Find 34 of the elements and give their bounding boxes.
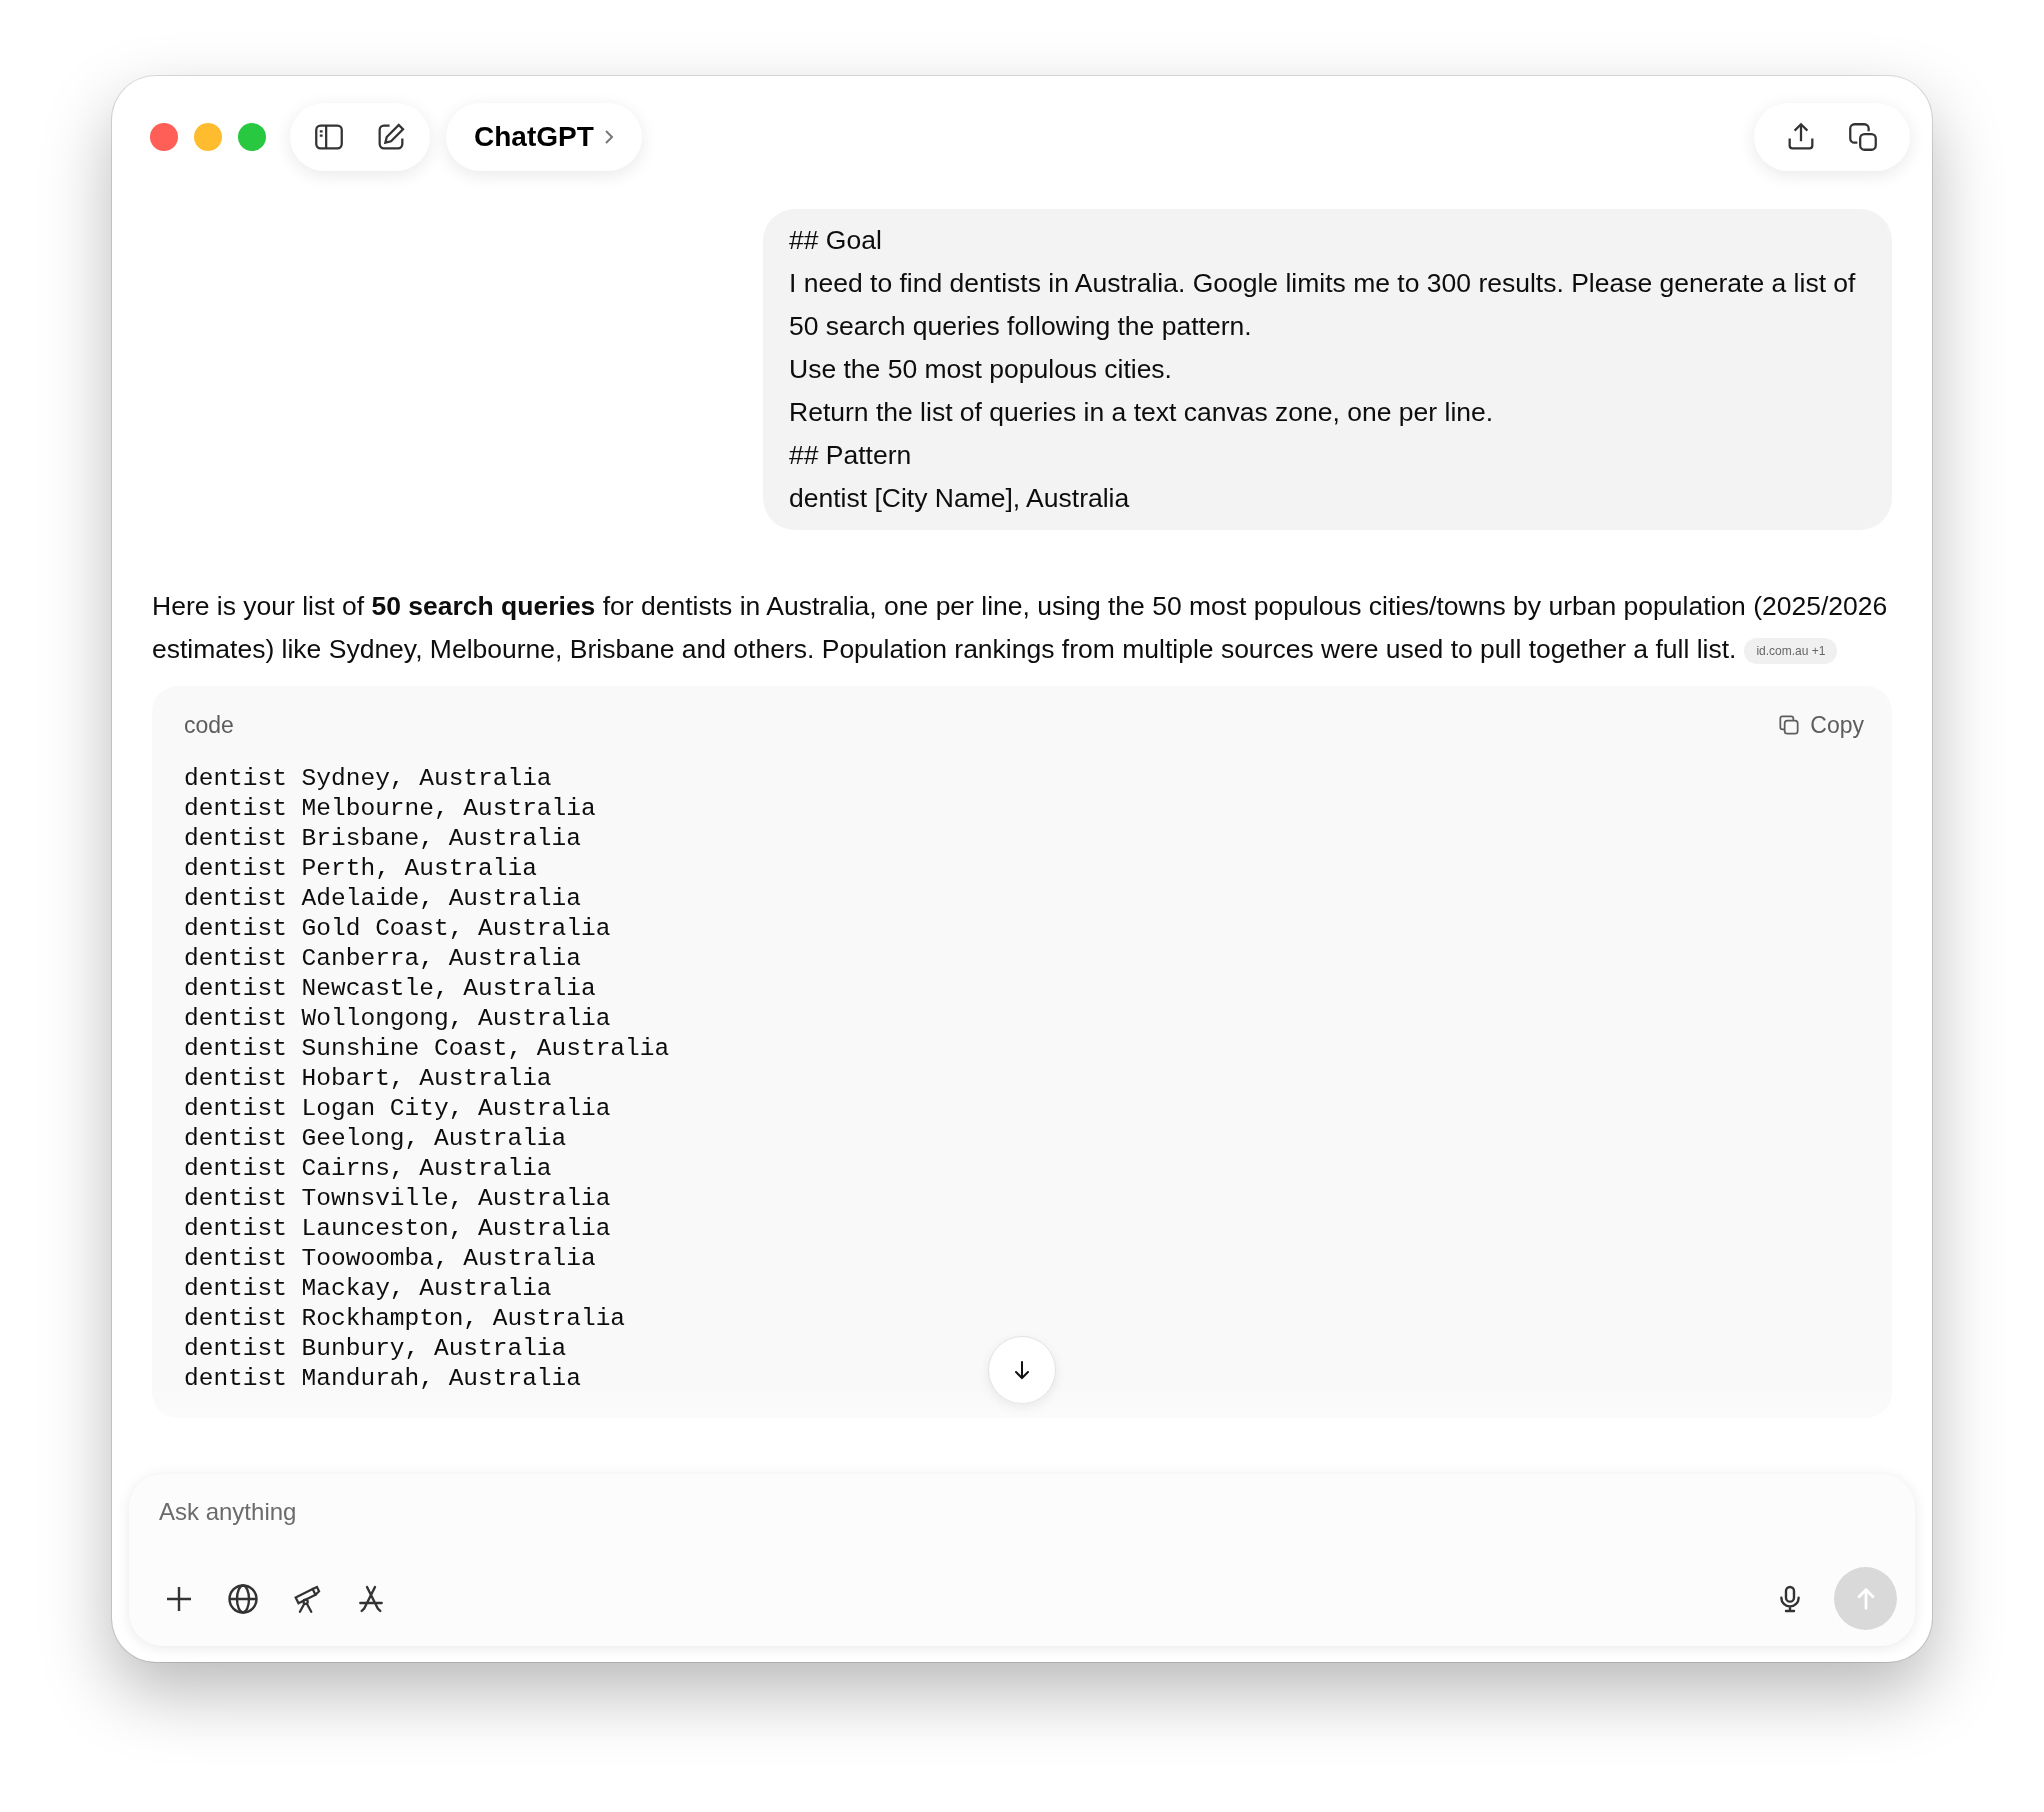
code-language-label: code bbox=[184, 710, 234, 740]
code-line: dentist Cairns, Australia bbox=[184, 1154, 552, 1184]
code-line: dentist Perth, Australia bbox=[184, 854, 537, 884]
code-line: dentist Gold Coast, Australia bbox=[184, 914, 611, 944]
window-control[interactable] bbox=[150, 123, 178, 151]
code-line: dentist Hobart, Australia bbox=[184, 1064, 552, 1094]
code-line: dentist Canberra, Australia bbox=[184, 944, 581, 974]
code-line: dentist Mandurah, Australia bbox=[184, 1364, 581, 1394]
code-line: dentist Newcastle, Australia bbox=[184, 974, 596, 1004]
message-input[interactable]: Ask anything bbox=[159, 1494, 1897, 1530]
message-line: dentist [City Name], Australia bbox=[789, 482, 1131, 515]
message-line: ## Pattern bbox=[789, 439, 913, 472]
message-line: I need to find dentists in Australia. Google limits me to 300 results. Please generate a list of 50 search queries following the pattern. bbox=[789, 267, 1857, 343]
message-line: Use the 50 most populous cities. bbox=[789, 353, 1173, 386]
message-line: ## Goal bbox=[789, 224, 883, 257]
code-line: dentist Townsville, Australia bbox=[184, 1184, 611, 1214]
code-line: dentist Sydney, Australia bbox=[184, 764, 552, 794]
code-line: dentist Toowoomba, Australia bbox=[184, 1244, 596, 1274]
code-line: dentist Adelaide, Australia bbox=[184, 884, 581, 914]
model-selector[interactable]: ChatGPT bbox=[446, 103, 642, 171]
code-line: dentist Mackay, Australia bbox=[184, 1274, 552, 1304]
code-line: dentist Logan City, Australia bbox=[184, 1094, 611, 1124]
code-line: dentist Sunshine Coast, Australia bbox=[184, 1034, 670, 1064]
code-line: dentist Rockhampton, Australia bbox=[184, 1304, 626, 1334]
message-line: Return the list of queries in a text canvas zone, one per line. bbox=[789, 396, 1495, 429]
code-line: dentist Bunbury, Australia bbox=[184, 1334, 567, 1364]
code-line: dentist Launceston, Australia bbox=[184, 1214, 611, 1244]
code-line: dentist Melbourne, Australia bbox=[184, 794, 596, 824]
code-line: dentist Wollongong, Australia bbox=[184, 1004, 611, 1034]
citation-link[interactable]: id.com.au +1 bbox=[1744, 638, 1838, 664]
code-line: dentist Brisbane, Australia bbox=[184, 824, 581, 854]
code-line: dentist Geelong, Australia bbox=[184, 1124, 567, 1154]
assistant-text: Here is your list of 50 search queries for dentists in Australia, one per line, using the 50 most populous cities/towns by urban population (2025/2026 estimates) like Sydney, Melbourne, Brisbane and others. Population rankings from multiple sources were used to pull together a full list. id.com.au +1 bbox=[152, 590, 1889, 666]
copy-button[interactable]: Copy bbox=[1776, 707, 1864, 743]
